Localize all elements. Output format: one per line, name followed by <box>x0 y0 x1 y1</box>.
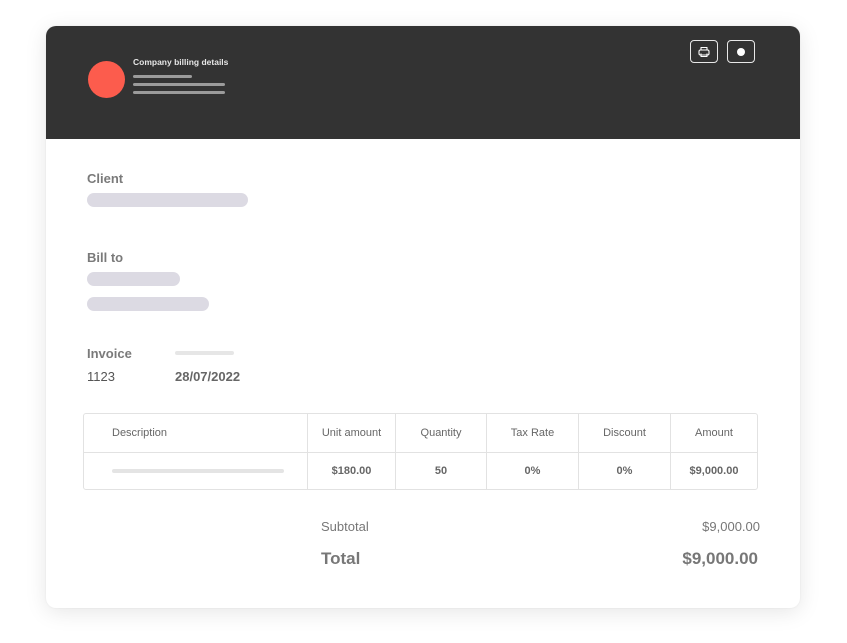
total-label: Total <box>321 549 361 568</box>
subtotal-label: Subtotal <box>321 519 369 534</box>
bill-to-line-placeholder <box>87 297 209 311</box>
record-dot-icon <box>737 47 745 56</box>
table-row: $180.00 50 0% 0% $9,000.00 <box>84 452 757 490</box>
column-header-unit-amount: Unit amount <box>307 414 395 452</box>
column-header-quantity: Quantity <box>395 414 486 452</box>
client-label: Client <box>87 171 124 186</box>
company-billing-title: Company billing details <box>133 57 229 67</box>
record-button[interactable] <box>727 40 755 63</box>
description-placeholder <box>112 469 284 473</box>
company-detail-placeholder <box>133 83 225 86</box>
column-header-description: Description <box>112 427 168 439</box>
discount-cell: 0% <box>578 452 670 490</box>
print-button[interactable] <box>690 40 718 63</box>
invoice-date-label-placeholder <box>175 351 234 355</box>
company-logo <box>88 61 125 98</box>
table-header-row: Description Unit amount Quantity Tax Rat… <box>84 414 757 453</box>
quantity-cell: 50 <box>395 452 486 490</box>
company-detail-placeholder <box>133 75 192 78</box>
tax-rate-cell: 0% <box>486 452 578 490</box>
invoice-date: 28/07/2022 <box>175 369 241 384</box>
description-cell <box>84 452 307 490</box>
line-items-table: Description Unit amount Quantity Tax Rat… <box>83 413 758 490</box>
invoice-header: Company billing details <box>46 26 800 139</box>
printer-icon <box>698 46 710 57</box>
column-header-amount: Amount <box>670 414 757 452</box>
column-header-tax-rate: Tax Rate <box>486 414 578 452</box>
invoice-card: Company billing details Client Bill to I… <box>46 26 800 608</box>
amount-cell: $9,000.00 <box>670 452 757 490</box>
total-value: $9,000.00 <box>682 549 758 568</box>
bill-to-line-placeholder <box>87 272 180 286</box>
invoice-number: 1123 <box>87 369 115 384</box>
subtotal-value: $9,000.00 <box>702 519 760 534</box>
unit-amount-cell: $180.00 <box>307 452 395 490</box>
company-detail-placeholder <box>133 91 225 94</box>
column-header-discount: Discount <box>578 414 670 452</box>
client-name-placeholder <box>87 193 248 207</box>
bill-to-label: Bill to <box>87 250 124 265</box>
invoice-label: Invoice <box>87 346 132 361</box>
